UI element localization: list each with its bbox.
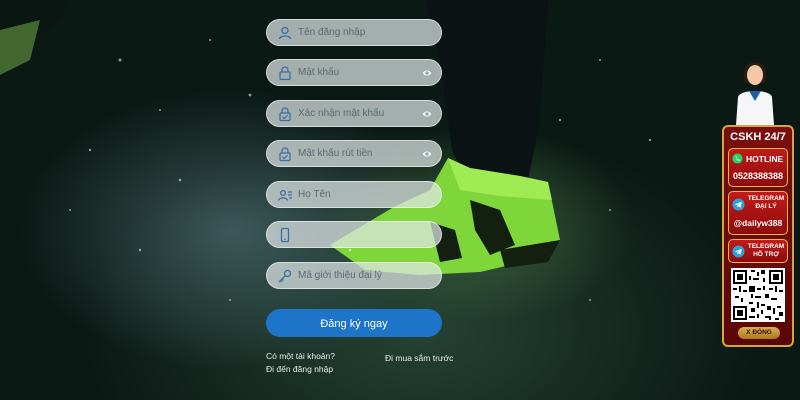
telegram-agent-label: TELEGRAM: [747, 195, 785, 202]
withdraw-password-input[interactable]: [298, 148, 421, 159]
register-button[interactable]: Đăng ký ngay: [266, 309, 442, 337]
support-agent-avatar: [730, 55, 780, 125]
lock-check-icon: [277, 106, 293, 122]
referral-code-input[interactable]: [298, 270, 441, 281]
telegram-support-button[interactable]: TELEGRAM HỖ TRỢ: [728, 239, 788, 263]
lock-icon: [277, 65, 293, 81]
user-icon: [277, 25, 293, 41]
eye-icon[interactable]: [421, 109, 433, 119]
telegram-agent-sublabel: ĐẠI LÝ: [755, 203, 777, 210]
username-input[interactable]: [298, 27, 441, 38]
password-field[interactable]: [266, 59, 442, 86]
telegram-support-label: TELEGRAM: [747, 243, 785, 250]
hotline-number: 0528388388: [732, 171, 784, 181]
eye-icon[interactable]: [421, 149, 433, 159]
telegram-icon: [732, 245, 745, 258]
support-panel-title: CSKH 24/7: [730, 131, 786, 143]
confirm-password-field[interactable]: [266, 100, 442, 127]
withdraw-password-field[interactable]: [266, 140, 442, 167]
hotline-label: HOTLINE: [746, 153, 784, 164]
shop-first-link[interactable]: Đi mua sắm trước: [385, 353, 453, 363]
phone-input[interactable]: [298, 229, 441, 240]
id-card-icon: [277, 187, 293, 203]
support-panel: CSKH 24/7 HOTLINE 0528388388 TELEGRAM ĐẠ…: [722, 125, 794, 347]
username-field[interactable]: [266, 19, 442, 46]
whatsapp-icon: [732, 153, 743, 164]
confirm-password-input[interactable]: [298, 108, 421, 119]
key-icon: [277, 268, 293, 284]
telegram-agent-button[interactable]: TELEGRAM ĐẠI LÝ @dailyw388: [728, 191, 788, 235]
telegram-support-sublabel: HỖ TRỢ: [753, 251, 779, 258]
full-name-field[interactable]: [266, 181, 442, 208]
telegram-icon: [732, 198, 745, 211]
lock-check-icon: [277, 146, 293, 162]
have-account-text: Có một tài khoản?: [266, 351, 335, 361]
referral-code-field[interactable]: [266, 262, 442, 289]
go-to-login-link[interactable]: Đi đến đăng nhập: [266, 364, 333, 374]
close-button[interactable]: X ĐÓNG: [738, 327, 780, 339]
phone-icon: [277, 227, 293, 243]
password-input[interactable]: [298, 67, 421, 78]
phone-field[interactable]: [266, 221, 442, 248]
telegram-agent-handle: @dailyw388: [733, 218, 783, 228]
eye-icon[interactable]: [421, 68, 433, 78]
qr-code: [731, 268, 785, 322]
full-name-input[interactable]: [298, 189, 441, 200]
hotline-button[interactable]: HOTLINE 0528388388: [728, 148, 788, 187]
